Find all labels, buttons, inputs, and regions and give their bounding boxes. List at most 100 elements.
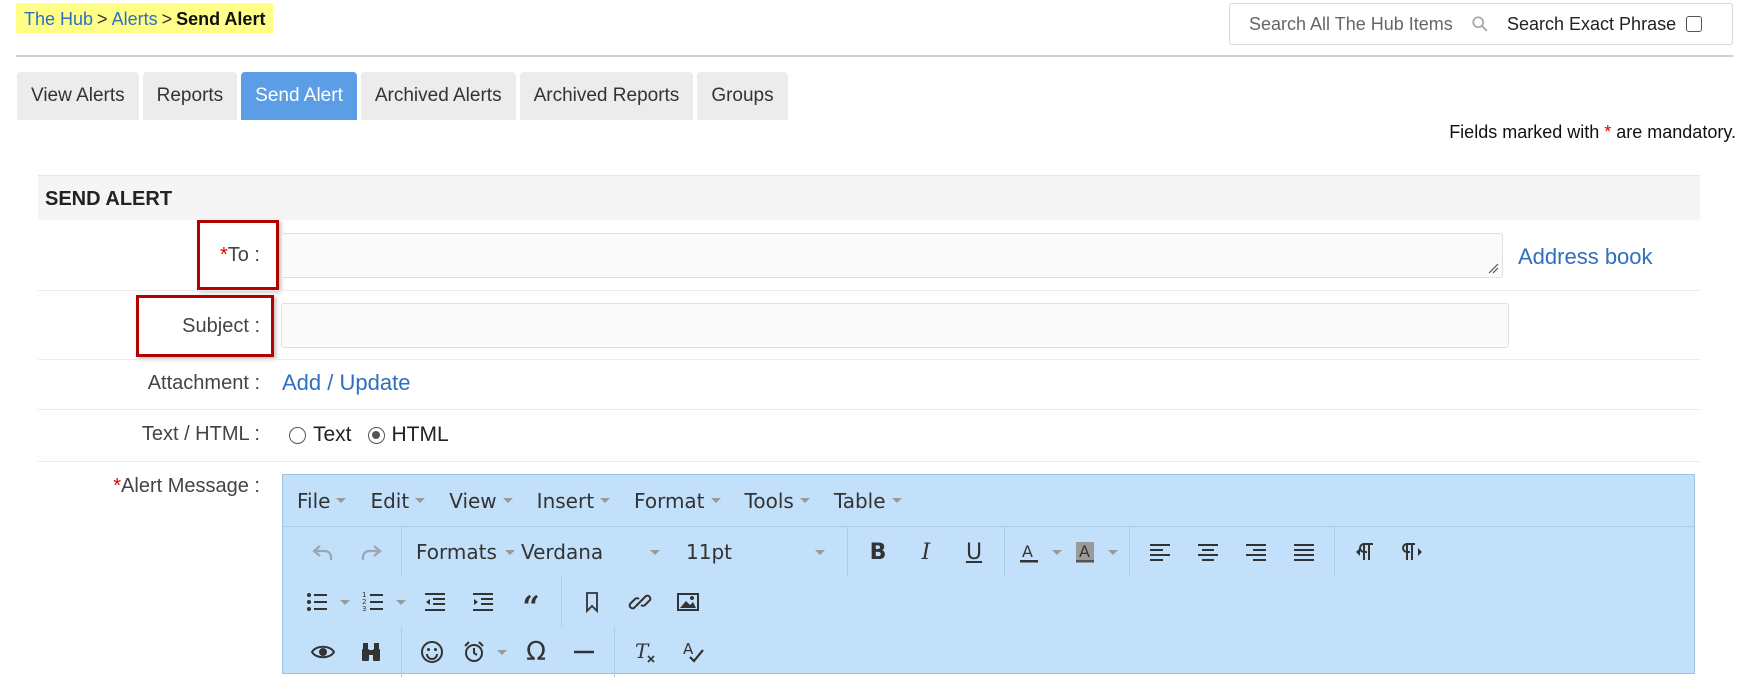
editor-toolbar-row-2: 123 “ [283, 577, 1694, 627]
text-color-button[interactable]: A [1011, 533, 1047, 571]
menu-format[interactable]: Format [634, 489, 721, 513]
formats-dropdown-label: Formats [416, 540, 497, 564]
find-replace-button[interactable] [347, 633, 395, 671]
menu-insert[interactable]: Insert [536, 488, 611, 513]
preview-button[interactable] [299, 633, 347, 671]
to-field[interactable] [281, 233, 1503, 278]
blockquote-button[interactable]: “ [507, 583, 555, 625]
background-color-dropdown[interactable] [1103, 549, 1118, 555]
font-size-dropdown[interactable]: 11pt [678, 540, 833, 564]
horizontal-rule-button[interactable] [560, 633, 608, 671]
highlight-box-subject [136, 295, 274, 357]
search-input[interactable] [1247, 12, 1467, 36]
background-color-button[interactable]: A [1067, 533, 1103, 571]
chevron-down-icon [710, 498, 721, 503]
align-justify-button[interactable] [1280, 533, 1328, 571]
format-radio-html[interactable] [367, 426, 385, 444]
tab-view-alerts[interactable]: View Alerts [17, 72, 139, 120]
chevron-down-icon [497, 649, 507, 655]
right-to-left-icon [1402, 543, 1422, 560]
underline-icon: U [965, 539, 983, 565]
chevron-down-icon [891, 498, 902, 503]
spellcheck-button[interactable]: A [669, 633, 717, 671]
search-exact-phrase-checkbox[interactable] [1686, 16, 1703, 32]
format-radio-group: Text HTML [289, 423, 465, 447]
address-book-link[interactable]: Address book [1518, 244, 1653, 270]
breadcrumb-link-alerts[interactable]: Alerts [112, 9, 158, 29]
highlight-box-to [197, 220, 279, 290]
menu-view[interactable]: View [449, 489, 513, 513]
italic-button[interactable]: I [902, 533, 950, 571]
svg-text:3: 3 [362, 605, 366, 613]
numbered-list-button[interactable]: 123 [355, 583, 391, 621]
ltr-button[interactable] [1341, 533, 1389, 571]
chevron-down-icon [502, 498, 513, 503]
emoticons-button[interactable] [408, 633, 456, 671]
toolbar-group-insert [562, 577, 718, 627]
clear-formatting-button[interactable]: T [621, 633, 669, 671]
insert-link-button[interactable] [616, 583, 664, 621]
special-character-button[interactable]: Ω [512, 633, 560, 671]
chevron-down-icon [650, 549, 660, 555]
editor-toolbar-row-3: Ω T A [283, 627, 1694, 677]
formats-dropdown[interactable]: Formats [408, 540, 515, 564]
chevron-down-icon [1052, 549, 1062, 555]
rtl-button[interactable] [1389, 533, 1437, 571]
tab-archived-reports[interactable]: Archived Reports [519, 72, 694, 120]
search-icon[interactable] [1471, 15, 1489, 33]
resize-grip-icon[interactable] [1487, 262, 1499, 274]
binoculars-icon [362, 643, 380, 661]
insert-image-button[interactable] [664, 583, 712, 621]
outdent-icon [425, 593, 445, 611]
text-color-dropdown[interactable] [1047, 549, 1062, 555]
smiley-icon [421, 641, 443, 663]
align-right-button[interactable] [1232, 533, 1280, 571]
numbered-list-icon: 123 [362, 591, 383, 613]
font-family-dropdown[interactable]: Verdana [513, 540, 668, 564]
align-left-button[interactable] [1136, 533, 1184, 571]
format-radio-text[interactable] [289, 426, 306, 444]
svg-text:A: A [1022, 542, 1033, 561]
tab-send-alert[interactable]: Send Alert [241, 72, 357, 120]
bold-button[interactable]: B [854, 533, 902, 571]
menu-insert-label: Insert [536, 488, 595, 513]
row-divider [38, 409, 1700, 410]
insert-datetime-button[interactable] [456, 633, 492, 671]
rich-text-editor: File Edit View Insert Format Tools Table… [282, 474, 1695, 677]
breadcrumb-link-hub[interactable]: The Hub [24, 9, 93, 29]
toolbar-group-direction [1335, 527, 1443, 577]
undo-button[interactable] [299, 533, 347, 571]
numbered-list-dropdown[interactable] [391, 599, 406, 605]
format-option-text: Text [313, 423, 352, 446]
menu-edit-label: Edit [370, 488, 410, 513]
chevron-down-icon [396, 599, 406, 605]
toolbar-group-tools [293, 627, 402, 677]
row-divider [38, 290, 1700, 291]
menu-table[interactable]: Table [834, 489, 902, 513]
align-center-button[interactable] [1184, 533, 1232, 571]
menu-tools-label: Tools [744, 488, 794, 513]
font-family-value: Verdana [521, 540, 604, 564]
menu-edit[interactable]: Edit [370, 488, 426, 513]
outdent-button[interactable] [411, 583, 459, 621]
menu-file[interactable]: File [297, 489, 347, 513]
redo-icon [361, 545, 382, 560]
subject-field[interactable] [281, 303, 1509, 348]
tab-archived-alerts[interactable]: Archived Alerts [360, 72, 516, 120]
section-title: SEND ALERT [38, 175, 1700, 220]
format-option-html: HTML [391, 423, 449, 446]
menu-tools[interactable]: Tools [745, 489, 810, 513]
required-star: * [113, 475, 122, 497]
tab-reports[interactable]: Reports [142, 72, 238, 120]
bullet-list-dropdown[interactable] [335, 599, 350, 605]
indent-button[interactable] [459, 583, 507, 621]
add-update-attachment-link[interactable]: Add / Update [282, 370, 410, 396]
bullet-list-button[interactable] [299, 583, 335, 621]
underline-button[interactable]: U [950, 533, 998, 571]
bookmark-button[interactable] [568, 583, 616, 621]
editor-toolbar-row-1: Formats Verdana 11pt B I U A A [283, 527, 1694, 577]
redo-button[interactable] [347, 533, 395, 571]
tab-groups[interactable]: Groups [697, 72, 788, 120]
insert-datetime-dropdown[interactable] [492, 649, 507, 655]
bullet-list-icon [307, 593, 327, 611]
